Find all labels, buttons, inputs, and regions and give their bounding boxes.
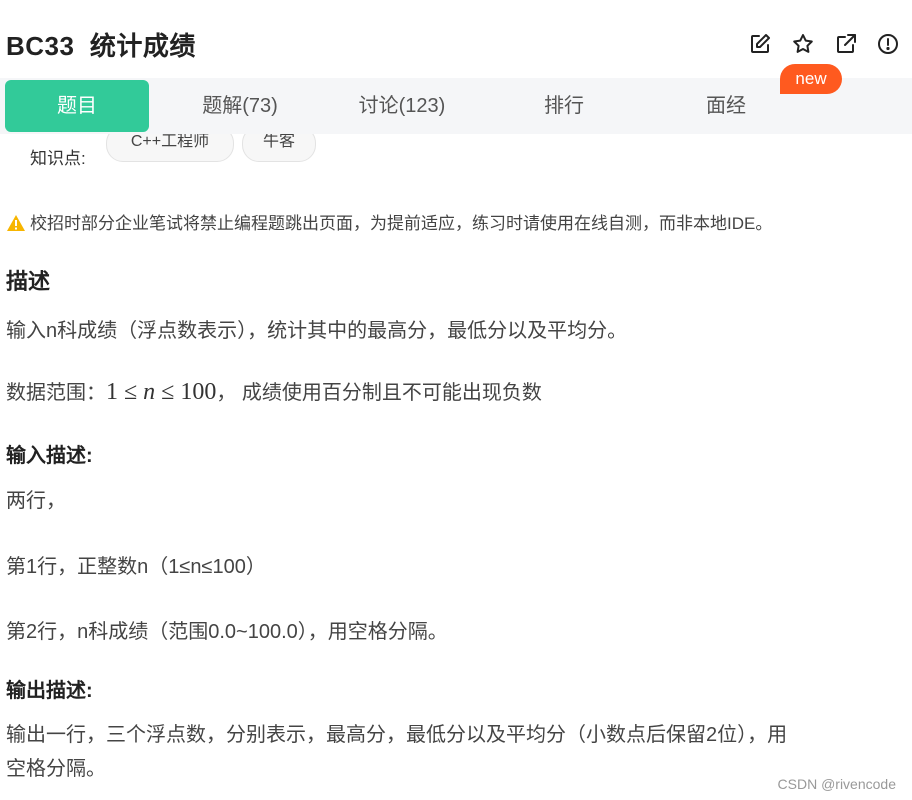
share-icon[interactable] xyxy=(834,32,858,56)
problem-title: BC33 统计成绩 xyxy=(6,31,196,61)
input-desc-line-2: 第1行，正整数n（1≤n≤100） xyxy=(6,556,266,578)
knowledge-label: 知识点: xyxy=(30,149,86,168)
tab-ranking[interactable]: 排行 xyxy=(484,78,644,134)
description-text: 输入n科成绩（浮点数表示），统计其中的最高分，最低分以及平均分。 xyxy=(6,320,628,342)
tag-niuke[interactable]: 牛客 xyxy=(242,134,316,162)
input-desc-line-3: 第2行，n科成绩（范围0.0~100.0），用空格分隔。 xyxy=(6,621,448,643)
data-range-suffix: ， 成绩使用百分制且不可能出现负数 xyxy=(216,382,542,404)
output-desc-heading: 输出描述: xyxy=(6,680,93,702)
data-range-prefix: 数据范围： xyxy=(6,382,106,404)
watermark: CSDN @rivencode xyxy=(777,776,896,792)
data-range-formula: 1 ≤ n ≤ 100 xyxy=(106,379,216,405)
star-icon[interactable] xyxy=(791,32,815,56)
range-var: n xyxy=(143,379,156,405)
description-heading: 描述 xyxy=(6,269,51,294)
output-desc-line-2: 空格分隔。 xyxy=(6,758,106,780)
tab-discussion[interactable]: 讨论(123) xyxy=(322,78,482,134)
range-low: 1 xyxy=(106,379,118,405)
output-desc-line-1: 输出一行，三个浮点数，分别表示，最高分，最低分以及平均分（小数点后保留2位），用 xyxy=(6,724,788,746)
new-badge: new xyxy=(780,64,842,94)
tag-cpp-engineer[interactable]: C++工程师 xyxy=(106,134,234,162)
tab-solutions[interactable]: 题解(73) xyxy=(160,78,320,134)
problem-header: BC33 统计成绩 xyxy=(0,0,912,78)
range-leq-1: ≤ xyxy=(124,379,138,405)
knowledge-points: 知识点: C++工程师 牛客 xyxy=(30,134,910,170)
input-desc-heading: 输入描述: xyxy=(6,445,93,467)
tab-bar: 题目 题解(73) 讨论(123) 排行 面经 xyxy=(0,78,912,134)
report-icon[interactable] xyxy=(876,32,900,56)
notice-text: 校招时部分企业笔试将禁止编程题跳出页面，为提前适应，练习时请使用在线自测，而非本… xyxy=(30,214,773,233)
warning-icon xyxy=(7,215,25,231)
range-high: 100 xyxy=(180,379,217,405)
input-desc-line-1: 两行， xyxy=(6,490,66,512)
data-range: 数据范围：1 ≤ n ≤ 100， 成绩使用百分制且不可能出现负数 xyxy=(6,376,542,406)
edit-icon[interactable] xyxy=(748,32,772,56)
range-leq-2: ≤ xyxy=(161,379,175,405)
notice-bar: 校招时部分企业笔试将禁止编程题跳出页面，为提前适应，练习时请使用在线自测，而非本… xyxy=(6,209,772,234)
tab-problem[interactable]: 题目 xyxy=(5,80,149,132)
